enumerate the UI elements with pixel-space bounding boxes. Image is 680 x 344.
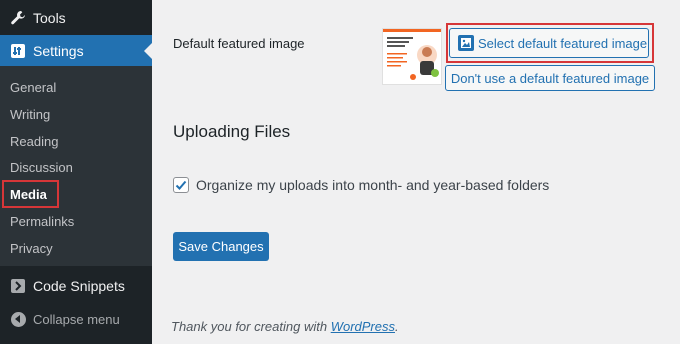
menu-settings-label: Settings — [33, 42, 84, 59]
wrench-icon — [9, 9, 27, 27]
submenu-permalinks[interactable]: Permalinks — [10, 214, 74, 229]
collapse-icon — [9, 310, 27, 328]
submenu-general[interactable]: General — [10, 80, 56, 95]
code-snippets-icon — [9, 277, 27, 295]
settings-submenu: General Writing Reading Discussion Media… — [0, 66, 152, 266]
collapse-menu[interactable]: Collapse menu — [0, 304, 152, 334]
menu-tools-label: Tools — [33, 10, 66, 26]
submenu-reading[interactable]: Reading — [10, 134, 58, 149]
select-button-highlight-box — [446, 23, 654, 63]
uploading-files-heading: Uploading Files — [173, 122, 291, 141]
organize-uploads-checkbox[interactable] — [173, 177, 189, 193]
media-highlight-box — [2, 180, 59, 208]
footer-message: Thank you for creating with — [171, 319, 328, 334]
default-featured-image-label: Default featured image — [173, 36, 305, 51]
footer-text: Thank you for creating with WordPress. — [171, 319, 399, 334]
collapse-menu-label: Collapse menu — [33, 311, 120, 327]
organize-uploads-label: Organize my uploads into month- and year… — [196, 177, 550, 193]
menu-settings[interactable]: Settings — [0, 35, 152, 66]
submenu-privacy[interactable]: Privacy — [10, 241, 53, 256]
menu-code-snippets-label: Code Snippets — [33, 278, 125, 294]
menu-code-snippets[interactable]: Code Snippets — [0, 271, 152, 301]
wordpress-link[interactable]: WordPress — [331, 319, 395, 334]
save-changes-button[interactable]: Save Changes — [173, 232, 269, 261]
featured-image-thumbnail — [382, 28, 442, 85]
admin-sidebar: Tools Settings General Writing Reading D… — [0, 0, 152, 344]
submenu-discussion[interactable]: Discussion — [10, 160, 73, 175]
dont-use-default-featured-image-button[interactable]: Don't use a default featured image — [445, 65, 655, 91]
menu-tools[interactable]: Tools — [0, 3, 152, 33]
footer-suffix: . — [395, 319, 399, 334]
submenu-writing[interactable]: Writing — [10, 107, 50, 122]
settings-sliders-icon — [9, 42, 27, 60]
